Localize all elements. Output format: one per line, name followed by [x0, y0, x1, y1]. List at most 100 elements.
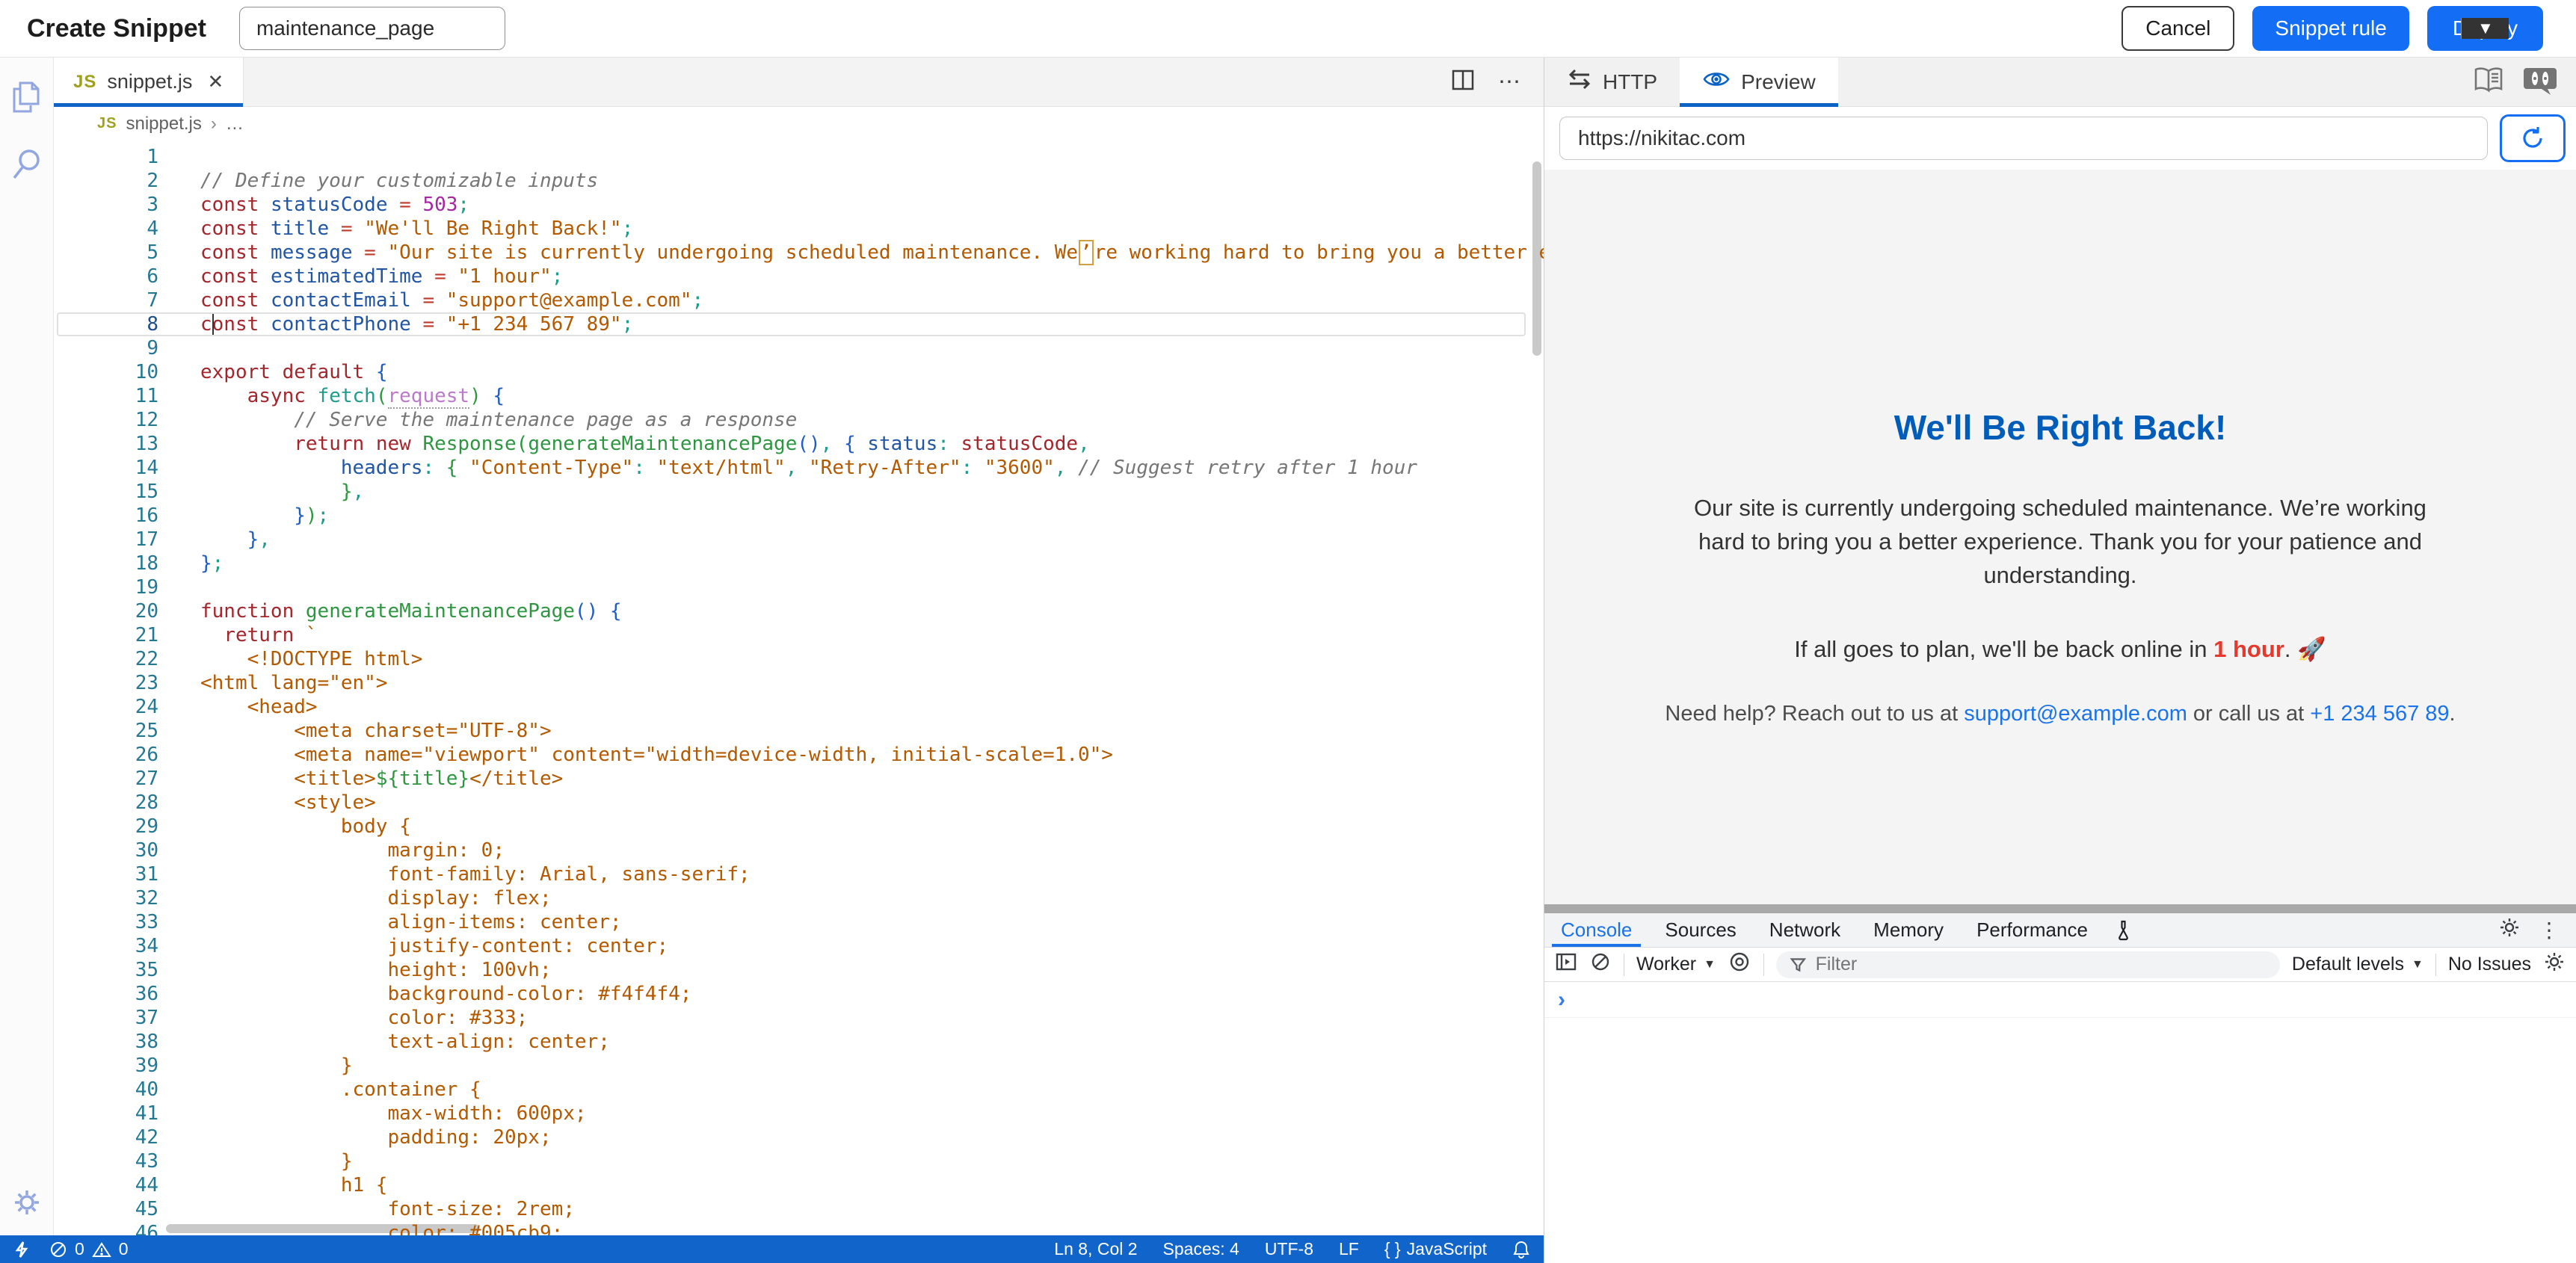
line-number: 26: [54, 743, 158, 767]
code-line[interactable]: 17 },: [54, 528, 1544, 552]
code-line[interactable]: 42 padding: 20px;: [54, 1125, 1544, 1149]
code-line[interactable]: 40 .container {: [54, 1078, 1544, 1102]
devtools-tab-performance[interactable]: Performance: [1960, 913, 2104, 947]
deploy-dropdown-button[interactable]: ▼: [2461, 18, 2509, 39]
docs-book-icon[interactable]: [2473, 67, 2504, 97]
console-sidebar-toggle-icon[interactable]: [1555, 951, 1577, 978]
line-number: 33: [54, 910, 158, 934]
devtools-settings-gear-icon[interactable]: [2498, 916, 2521, 944]
snippet-rule-button[interactable]: Snippet rule: [2252, 6, 2409, 51]
cancel-button[interactable]: Cancel: [2121, 6, 2234, 51]
code-line[interactable]: 37 color: #333;: [54, 1006, 1544, 1030]
code-line[interactable]: 43 }: [54, 1149, 1544, 1173]
code-line[interactable]: 15 },: [54, 480, 1544, 504]
code-line[interactable]: 27 <title>${title}</title>: [54, 767, 1544, 791]
devtools-tab-console[interactable]: Console: [1544, 913, 1648, 947]
code-line[interactable]: 6const estimatedTime = "1 hour";: [54, 265, 1544, 288]
code-line[interactable]: 10export default {: [54, 360, 1544, 384]
console-context-dropdown[interactable]: Worker▼: [1636, 954, 1716, 975]
code-line[interactable]: 36 background-color: #f4f4f4;: [54, 982, 1544, 1006]
code-line[interactable]: 23<html lang="en">: [54, 671, 1544, 695]
url-input[interactable]: [1559, 117, 2488, 160]
console-settings-gear-icon[interactable]: [2543, 951, 2566, 978]
code-line[interactable]: 16 });: [54, 504, 1544, 528]
cursor-position[interactable]: Ln 8, Col 2: [1054, 1239, 1137, 1259]
files-icon[interactable]: [10, 78, 44, 117]
code-line[interactable]: 2// Define your customizable inputs: [54, 169, 1544, 193]
console-prompt-row[interactable]: ›: [1544, 982, 2576, 1018]
code-line[interactable]: 19: [54, 575, 1544, 599]
code-line[interactable]: 20function generateMaintenancePage() {: [54, 599, 1544, 623]
encoding-setting[interactable]: UTF-8: [1265, 1239, 1313, 1259]
phone-link[interactable]: +1 234 567 89: [2310, 702, 2449, 726]
reload-button[interactable]: [2500, 114, 2566, 162]
clear-console-icon[interactable]: [1589, 951, 1612, 978]
code-line[interactable]: 24 <head>: [54, 695, 1544, 719]
code-line[interactable]: 32 display: flex;: [54, 886, 1544, 910]
code-line[interactable]: 41 max-width: 600px;: [54, 1102, 1544, 1125]
errors-icon: [49, 1241, 67, 1259]
log-levels-dropdown[interactable]: Default levels▼: [2292, 954, 2424, 975]
code-line[interactable]: 34 justify-content: center;: [54, 934, 1544, 958]
code-line[interactable]: 21 return `: [54, 623, 1544, 647]
code-line[interactable]: 5const message = "Our site is currently …: [54, 241, 1544, 265]
filter-input[interactable]: [1816, 954, 2267, 975]
code-line[interactable]: 8const contactPhone = "+1 234 567 89";: [54, 312, 1544, 336]
code-line[interactable]: 33 align-items: center;: [54, 910, 1544, 934]
line-number: 13: [54, 432, 158, 456]
code-line[interactable]: 18};: [54, 552, 1544, 575]
remote-indicator-icon[interactable]: [13, 1241, 30, 1259]
code-line[interactable]: 7const contactEmail = "support@example.c…: [54, 288, 1544, 312]
notifications-bell-icon[interactable]: [1512, 1240, 1530, 1259]
code-line[interactable]: 30 margin: 0;: [54, 839, 1544, 862]
activity-bar: [0, 58, 54, 1235]
code-line[interactable]: 13 return new Response(generateMaintenan…: [54, 432, 1544, 456]
settings-gear-icon[interactable]: [10, 1186, 43, 1219]
problems-indicator[interactable]: 0 0: [49, 1239, 129, 1259]
code-line[interactable]: 12 // Serve the maintenance page as a re…: [54, 408, 1544, 432]
code-line[interactable]: 29 body {: [54, 815, 1544, 839]
eol-setting[interactable]: LF: [1339, 1239, 1359, 1259]
code-line[interactable]: 38 text-align: center;: [54, 1030, 1544, 1054]
code-line[interactable]: 44 h1 {: [54, 1173, 1544, 1197]
more-actions-icon[interactable]: ⋯: [1498, 69, 1523, 95]
code-line[interactable]: 11 async fetch(request) {: [54, 384, 1544, 408]
devtools-kebab-menu-icon[interactable]: ⋮: [2539, 918, 2560, 942]
snippet-name-input[interactable]: [239, 7, 505, 50]
devtools-tab-memory[interactable]: Memory: [1857, 913, 1960, 947]
issues-counter[interactable]: No Issues: [2448, 954, 2531, 975]
code-line[interactable]: 4const title = "We'll Be Right Back!";: [54, 217, 1544, 241]
discord-icon[interactable]: [2524, 65, 2557, 99]
breadcrumb-more[interactable]: …: [226, 114, 244, 135]
live-expression-eye-icon[interactable]: [1728, 950, 1751, 979]
breadcrumb-file[interactable]: snippet.js: [126, 114, 201, 135]
tab-preview[interactable]: Preview: [1680, 58, 1838, 106]
devtools-resize-handle[interactable]: [1544, 904, 2576, 913]
search-icon[interactable]: [10, 147, 43, 182]
code-line[interactable]: 26 <meta name="viewport" content="width=…: [54, 743, 1544, 767]
close-tab-icon[interactable]: ✕: [207, 70, 224, 93]
code-line[interactable]: 3const statusCode = 503;: [54, 193, 1544, 217]
code-line[interactable]: 22 <!DOCTYPE html>: [54, 647, 1544, 671]
code-line[interactable]: 39 }: [54, 1054, 1544, 1078]
code-line[interactable]: 9: [54, 336, 1544, 360]
tab-snippet-js[interactable]: JS snippet.js ✕: [54, 58, 244, 106]
code-line[interactable]: 35 height: 100vh;: [54, 958, 1544, 982]
devtools-tab-sources[interactable]: Sources: [1648, 913, 1752, 947]
split-editor-icon[interactable]: [1450, 67, 1476, 96]
code-content[interactable]: 12// Define your customizable inputs3con…: [54, 140, 1544, 1235]
language-mode[interactable]: { } JavaScript: [1384, 1239, 1487, 1259]
support-email-link[interactable]: support@example.com: [1964, 702, 2187, 726]
code-line[interactable]: 14 headers: { "Content-Type": "text/html…: [54, 456, 1544, 480]
code-line[interactable]: 25 <meta charset="UTF-8">: [54, 719, 1544, 743]
console-output[interactable]: ›: [1544, 982, 2576, 1263]
devtools-tab-network[interactable]: Network: [1753, 913, 1857, 947]
code-line[interactable]: 1: [54, 145, 1544, 169]
tab-http[interactable]: HTTP: [1544, 58, 1680, 106]
code-line[interactable]: 28 <style>: [54, 791, 1544, 815]
code-line[interactable]: 46 color: #005cb9;: [54, 1221, 1544, 1235]
javascript-file-icon: JS: [97, 115, 117, 132]
indentation-setting[interactable]: Spaces: 4: [1163, 1239, 1239, 1259]
code-line[interactable]: 45 font-size: 2rem;: [54, 1197, 1544, 1221]
code-line[interactable]: 31 font-family: Arial, sans-serif;: [54, 862, 1544, 886]
